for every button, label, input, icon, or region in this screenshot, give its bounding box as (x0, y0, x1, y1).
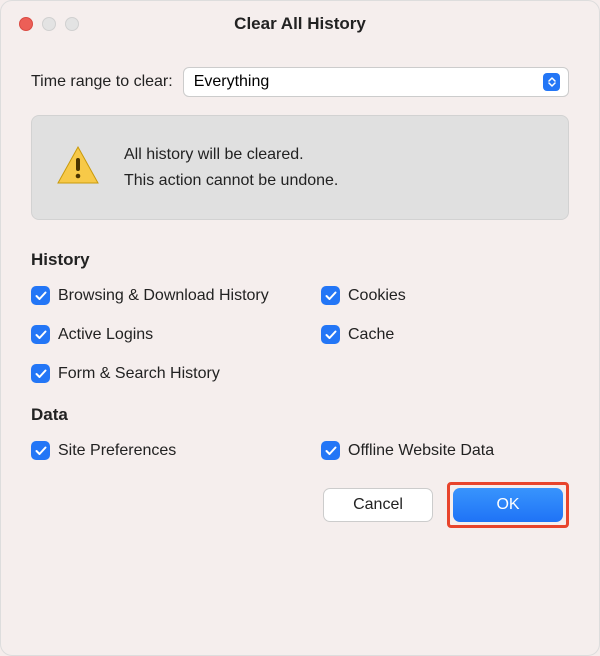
checkbox-label: Offline Website Data (348, 442, 494, 460)
checkbox-site-preferences[interactable]: Site Preferences (31, 441, 321, 460)
checkmark-icon (31, 364, 50, 383)
time-range-row: Time range to clear: Everything (31, 67, 569, 97)
close-window-button[interactable] (19, 17, 33, 31)
ok-button-highlight: OK (447, 482, 569, 528)
time-range-label: Time range to clear: (31, 73, 173, 91)
minimize-window-button (42, 17, 56, 31)
titlebar: Clear All History (1, 1, 599, 47)
dialog-window: Clear All History Time range to clear: E… (0, 0, 600, 656)
checkbox-active-logins[interactable]: Active Logins (31, 325, 321, 344)
checkbox-label: Form & Search History (58, 365, 220, 383)
checkbox-label: Cache (348, 326, 394, 344)
cancel-button[interactable]: Cancel (323, 488, 433, 522)
dialog-title: Clear All History (1, 14, 599, 34)
dropdown-arrows-icon (543, 73, 560, 91)
history-options: Browsing & Download History Cookies Acti… (31, 286, 569, 383)
history-heading: History (31, 250, 569, 270)
warning-line1: All history will be cleared. (124, 142, 338, 168)
checkbox-label: Site Preferences (58, 442, 176, 460)
checkmark-icon (321, 441, 340, 460)
checkmark-icon (31, 325, 50, 344)
checkmark-icon (321, 286, 340, 305)
checkmark-icon (31, 286, 50, 305)
warning-text: All history will be cleared. This action… (124, 142, 338, 193)
checkmark-icon (31, 441, 50, 460)
checkbox-offline-data[interactable]: Offline Website Data (321, 441, 569, 460)
warning-icon (56, 145, 100, 190)
checkbox-form-search[interactable]: Form & Search History (31, 364, 321, 383)
zoom-window-button (65, 17, 79, 31)
checkbox-browsing-history[interactable]: Browsing & Download History (31, 286, 321, 305)
time-range-value: Everything (194, 73, 270, 91)
checkbox-cookies[interactable]: Cookies (321, 286, 569, 305)
checkbox-label: Cookies (348, 287, 406, 305)
warning-box: All history will be cleared. This action… (31, 115, 569, 220)
ok-button[interactable]: OK (453, 488, 563, 522)
data-options: Site Preferences Offline Website Data (31, 441, 569, 460)
checkbox-label: Active Logins (58, 326, 153, 344)
data-heading: Data (31, 405, 569, 425)
button-row: Cancel OK (31, 482, 569, 528)
checkmark-icon (321, 325, 340, 344)
checkbox-cache[interactable]: Cache (321, 325, 569, 344)
warning-line2: This action cannot be undone. (124, 168, 338, 194)
traffic-lights (19, 17, 79, 31)
time-range-select[interactable]: Everything (183, 67, 569, 97)
checkbox-label: Browsing & Download History (58, 287, 269, 305)
dialog-content: Time range to clear: Everything All hist… (1, 47, 599, 552)
